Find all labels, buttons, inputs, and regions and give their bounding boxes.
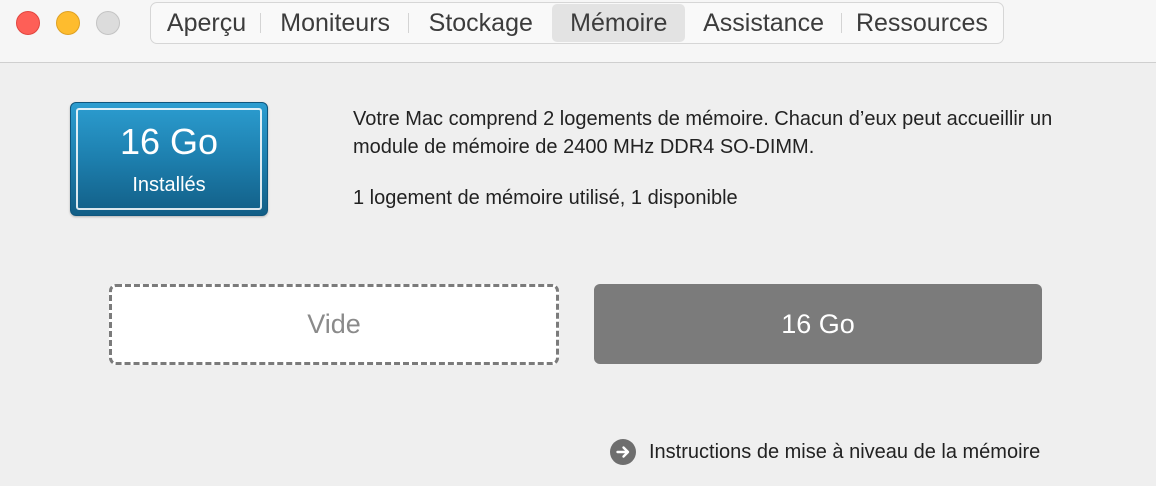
installed-memory-status: Installés (132, 174, 206, 196)
arrow-right-circle-icon (610, 439, 636, 465)
tab-assistance[interactable]: Assistance (685, 4, 842, 42)
window-minimize-button[interactable] (56, 11, 80, 35)
tab-ressources[interactable]: Ressources (840, 4, 1002, 42)
memory-slot-filled: 16 Go (594, 284, 1042, 364)
installed-memory-size: 16 Go (119, 121, 219, 162)
tab-moniteurs[interactable]: Moniteurs (260, 4, 409, 42)
memory-slot-usage: 1 logement de mémoire utilisé, 1 disponi… (353, 187, 738, 209)
arrow-right-icon (616, 446, 630, 458)
memory-slot-filled-label: 16 Go (781, 308, 855, 339)
memory-slot-empty: Vide (109, 284, 559, 365)
memory-description: Votre Mac comprend 2 logements de mémoir… (353, 108, 1053, 158)
tab-bar: Aperçu Moniteurs Stockage Mémoire Assist… (150, 2, 1004, 44)
memory-upgrade-link-label[interactable]: Instructions de mise à niveau de la mémo… (649, 438, 1040, 466)
window-close-button[interactable] (16, 11, 40, 35)
memory-upgrade-link[interactable]: Instructions de mise à niveau de la mémo… (610, 438, 1040, 466)
memory-slot-empty-label: Vide (307, 309, 361, 339)
memory-installed-badge: 16 Go Installés (70, 102, 268, 216)
tab-apercu[interactable]: Aperçu (152, 4, 261, 42)
window-titlebar: Aperçu Moniteurs Stockage Mémoire Assist… (0, 0, 1156, 63)
tab-stockage[interactable]: Stockage (408, 4, 552, 42)
tab-memoire[interactable]: Mémoire (552, 4, 686, 42)
window-zoom-button (96, 11, 120, 35)
